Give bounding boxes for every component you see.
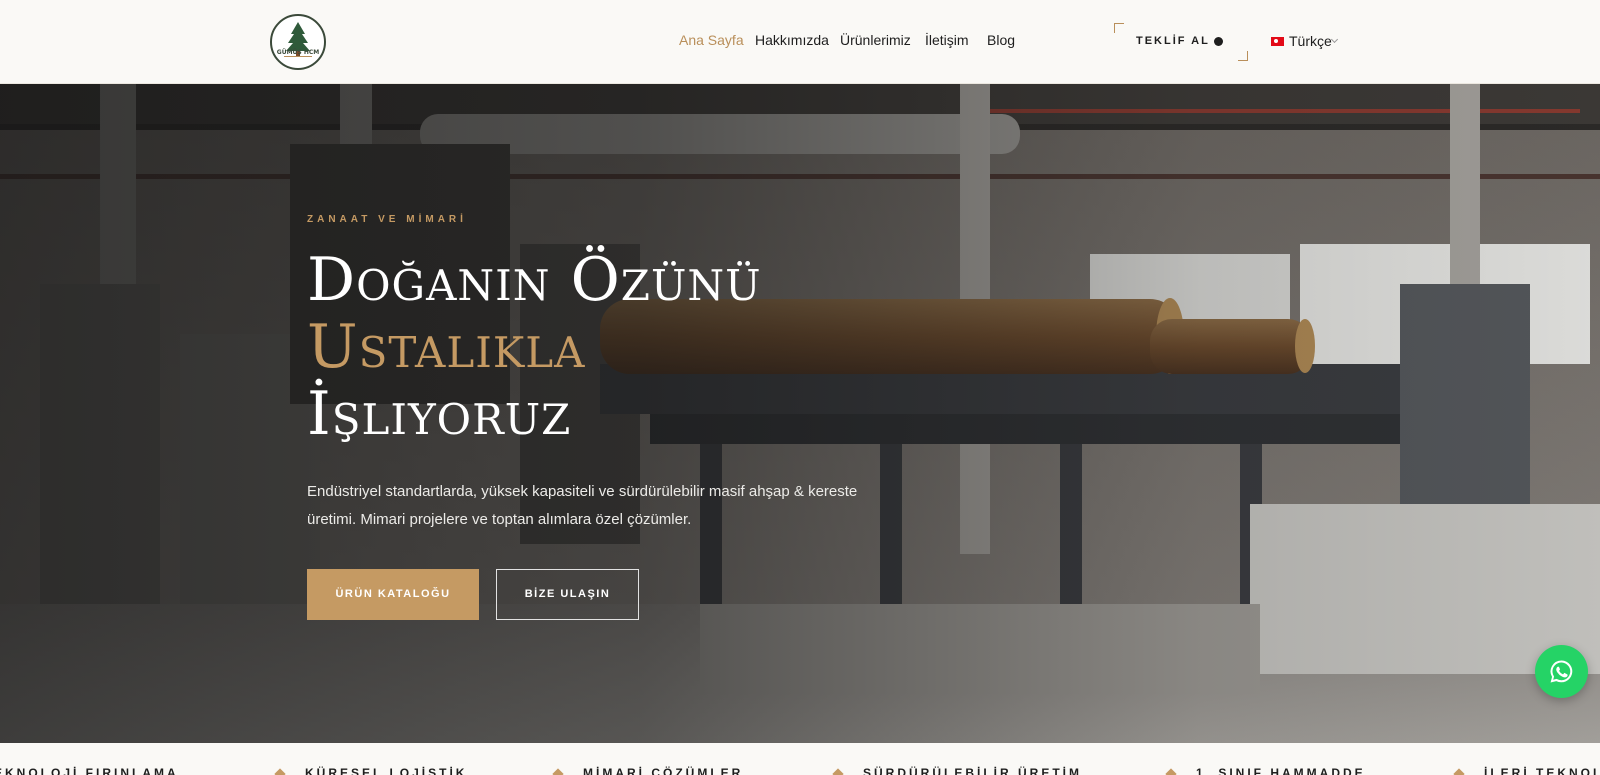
chevron-down-icon xyxy=(1330,35,1339,44)
corner-decoration xyxy=(1114,23,1124,33)
diamond-icon xyxy=(274,768,286,775)
hero-title-line-2: Ustalıkla xyxy=(307,312,586,382)
diamond-icon xyxy=(1453,768,1465,775)
hero-description: Endüstriyel standartlarda, yüksek kapasi… xyxy=(307,483,858,528)
hero-title-line-1: Doğanın Özünü xyxy=(307,245,762,315)
language-label: Türkçe xyxy=(1289,33,1332,49)
ticker-item: MİMARİ ÇÖZÜMLER xyxy=(583,766,744,775)
arrow-icon xyxy=(1214,37,1223,46)
ticker-item: KÜRESEL LOJİSTİK xyxy=(305,766,468,775)
corner-decoration xyxy=(1238,51,1248,61)
hero-overlay xyxy=(0,84,1600,743)
nav-item-products[interactable]: Ürünlerimiz xyxy=(840,32,911,48)
turkey-flag-icon xyxy=(1271,37,1284,46)
diamond-icon xyxy=(832,768,844,775)
logo[interactable]: GÜMÜŞ HCM xyxy=(270,14,326,70)
ticker-item: İLERİ TEKNOLOJİ xyxy=(1484,766,1600,775)
diamond-icon xyxy=(552,768,564,775)
hero-eyebrow: ZANAAT VE MİMARİ xyxy=(307,214,467,225)
nav-item-blog[interactable]: Blog xyxy=(987,32,1015,48)
quote-button[interactable]: TEKLİF AL xyxy=(1114,23,1248,61)
ticker-item: 1. SINIF HAMMADDE xyxy=(1196,766,1366,775)
nav-item-about[interactable]: Hakkımızda xyxy=(755,32,829,48)
diamond-icon xyxy=(1165,768,1177,775)
site-header: GÜMÜŞ HCM Ana Sayfa Hakkımızda Ürünlerim… xyxy=(0,0,1600,84)
contact-us-button[interactable]: BİZE ULAŞIN xyxy=(496,569,639,620)
ticker-item: EKNOLOJİ FIRINLAMA xyxy=(0,766,179,775)
hero-title-line-3: İşliyoruz xyxy=(307,379,572,449)
logo-text: GÜMÜŞ HCM xyxy=(276,49,320,56)
nav-item-contact[interactable]: İletişim xyxy=(925,32,969,48)
whatsapp-button[interactable] xyxy=(1535,645,1588,698)
quote-button-label: TEKLİF AL xyxy=(1136,35,1210,47)
feature-ticker: EKNOLOJİ FIRINLAMA KÜRESEL LOJİSTİK MİMA… xyxy=(0,743,1600,775)
hero-section: ZANAAT VE MİMARİ Doğanın Özünü Ustalıkla… xyxy=(0,84,1600,743)
tree-logo-icon xyxy=(284,22,312,57)
catalog-button[interactable]: ÜRÜN KATALOĞU xyxy=(307,569,479,620)
whatsapp-icon xyxy=(1550,660,1573,683)
nav-item-home[interactable]: Ana Sayfa xyxy=(679,32,744,48)
ticker-item: SÜRDÜRÜLEBİLİR ÜRETİM xyxy=(863,766,1082,775)
